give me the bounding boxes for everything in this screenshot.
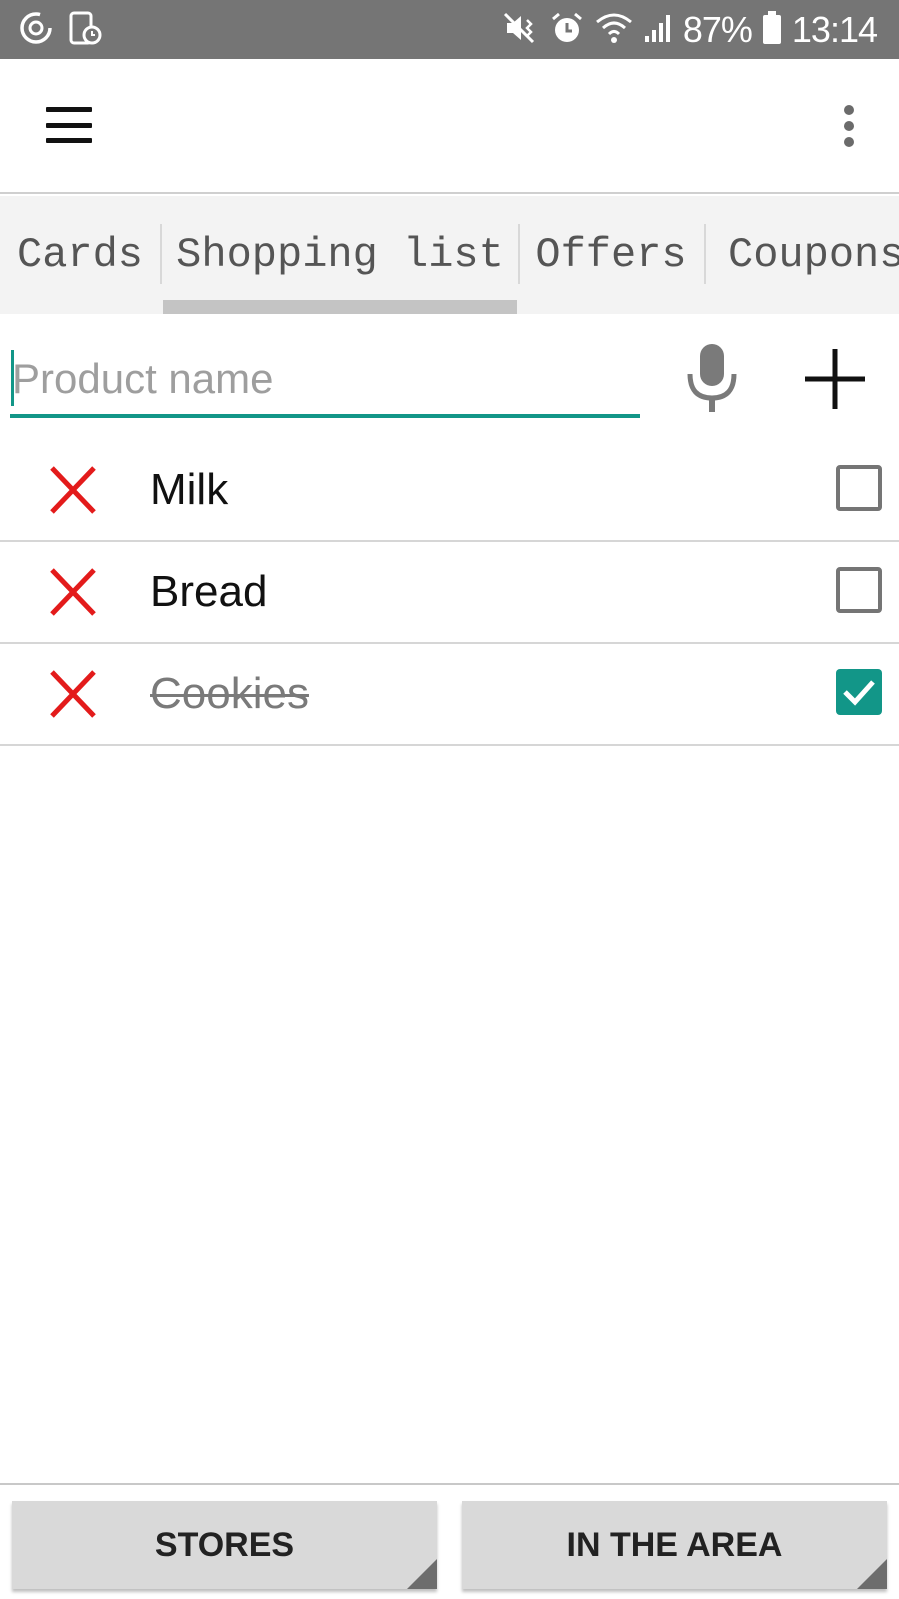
- list-item[interactable]: Cookies: [0, 644, 899, 746]
- screen-timer-icon: [68, 10, 102, 51]
- bottom-action-bar: STORES IN THE AREA: [0, 1483, 899, 1599]
- tab-offers[interactable]: Offers: [522, 196, 700, 314]
- signal-icon: [643, 10, 673, 51]
- corner-triangle-icon: [857, 1559, 887, 1589]
- microphone-icon[interactable]: [680, 344, 744, 414]
- alarm-icon: [549, 10, 585, 51]
- tab-divider: [704, 224, 706, 284]
- sync-icon: [18, 10, 54, 51]
- app-toolbar: [0, 59, 899, 194]
- wifi-icon: [595, 10, 633, 51]
- status-right-icons: 87% 13:14: [503, 8, 878, 52]
- tab-divider: [518, 224, 520, 284]
- item-name-completed: Cookies: [150, 669, 309, 718]
- status-left-icons: [18, 10, 102, 51]
- in-the-area-button[interactable]: IN THE AREA: [462, 1501, 887, 1589]
- delete-icon[interactable]: [48, 566, 98, 618]
- item-checkbox[interactable]: [836, 567, 882, 613]
- add-icon[interactable]: [800, 344, 870, 414]
- selected-tab-indicator: [163, 300, 517, 314]
- battery-percent: 87%: [682, 9, 753, 50]
- tab-shopping-list[interactable]: Shopping list: [163, 196, 517, 314]
- item-name: Milk: [150, 465, 229, 514]
- list-item[interactable]: Milk: [0, 440, 899, 542]
- stores-button[interactable]: STORES: [12, 1501, 437, 1589]
- check-icon: [843, 680, 875, 706]
- item-checkbox-checked[interactable]: [836, 669, 882, 715]
- shopping-list: Milk Bread Cookies: [0, 440, 899, 746]
- corner-triangle-icon: [407, 1559, 437, 1589]
- delete-icon[interactable]: [48, 668, 98, 720]
- tab-divider: [160, 224, 162, 284]
- more-vert-icon[interactable]: [837, 101, 861, 151]
- item-checkbox[interactable]: [836, 465, 882, 511]
- tab-bar: Cards Shopping list Offers Coupons: [0, 196, 899, 314]
- battery-icon: [762, 10, 782, 51]
- text-cursor: [11, 350, 14, 406]
- delete-icon[interactable]: [48, 464, 98, 516]
- tab-coupons[interactable]: Coupons: [710, 196, 899, 314]
- tab-cards[interactable]: Cards: [17, 196, 143, 314]
- clock: 13:14: [791, 9, 878, 50]
- mute-vibrate-icon: [503, 10, 539, 51]
- in-the-area-button-label: IN THE AREA: [566, 1525, 783, 1564]
- status-bar: 87% 13:14: [0, 0, 899, 59]
- add-product-row: [0, 314, 899, 444]
- hamburger-menu-icon[interactable]: [36, 99, 102, 151]
- stores-button-label: STORES: [154, 1525, 295, 1564]
- list-item[interactable]: Bread: [0, 542, 899, 644]
- item-name: Bread: [150, 567, 268, 616]
- product-name-input[interactable]: [10, 344, 640, 418]
